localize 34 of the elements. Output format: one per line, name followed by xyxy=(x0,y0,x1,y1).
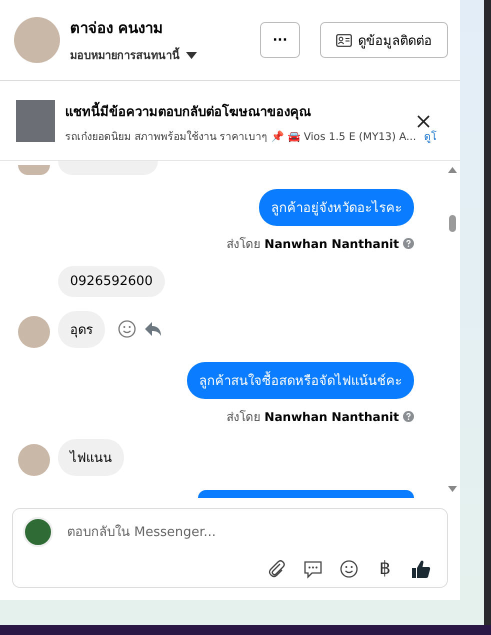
message-bubble: ไฟแนน xyxy=(58,439,124,476)
scroll-up-icon[interactable] xyxy=(448,167,456,173)
message-bubble: 0926592600 xyxy=(58,266,165,298)
smiley-icon[interactable] xyxy=(117,319,137,340)
contact-info-button[interactable]: ดูข้อมูลติดต่อ xyxy=(320,22,448,58)
contact-name: ตาจ่อง คนงาม xyxy=(70,18,164,39)
payment-button[interactable]: ฿ xyxy=(375,558,395,579)
paperclip-icon[interactable] xyxy=(267,558,287,578)
message-bubble: ลูกค้าสนใจซื้อสดหรือจัดไฟแน้นช์คะ xyxy=(187,362,414,399)
message-bubble: ลูกค้าอยู่จังหวัดอะไรคะ xyxy=(259,188,414,226)
help-icon[interactable] xyxy=(403,410,414,422)
emoji-icon[interactable] xyxy=(339,558,359,578)
help-icon[interactable] xyxy=(403,238,414,249)
thumbs-up-icon[interactable] xyxy=(411,558,431,578)
caret-icon[interactable] xyxy=(186,52,197,58)
scrollbar-thumb[interactable] xyxy=(448,215,456,232)
ad-description: รถเก๋งยอดนิยม สภาพพร้อมใช้งาน ราคาเบาๆ 📌 🚘 Vios 1.5 E (MY13) A... xyxy=(65,130,416,144)
avatar-photo xyxy=(18,316,50,348)
sent-by-label: ส่งโดย Nanwhan Nanthanit xyxy=(226,408,399,426)
ad-thumbnail xyxy=(16,100,55,142)
scroll-down-icon[interactable] xyxy=(448,486,456,492)
assign-dropdown[interactable]: มอบหมายการสนทนานี้ xyxy=(70,46,180,64)
ad-reply-title: แชทนี้มีข้อความตอบกลับต่อโฆษณาของคุณ xyxy=(65,100,311,122)
avatar-photo xyxy=(14,17,60,63)
more-button[interactable]: ··· xyxy=(260,22,300,58)
view-link[interactable]: ดูโ xyxy=(424,128,438,144)
contact-card-icon xyxy=(336,34,352,46)
avatar-photo xyxy=(18,165,50,175)
speech-bubble-icon[interactable] xyxy=(303,558,323,578)
close-icon[interactable] xyxy=(417,115,430,128)
page-logo xyxy=(23,517,53,547)
avatar-photo xyxy=(18,444,50,476)
message-bubble: อุดร xyxy=(58,310,105,348)
sent-by-label: ส่งโดย Nanwhan Nanthanit xyxy=(226,236,399,253)
